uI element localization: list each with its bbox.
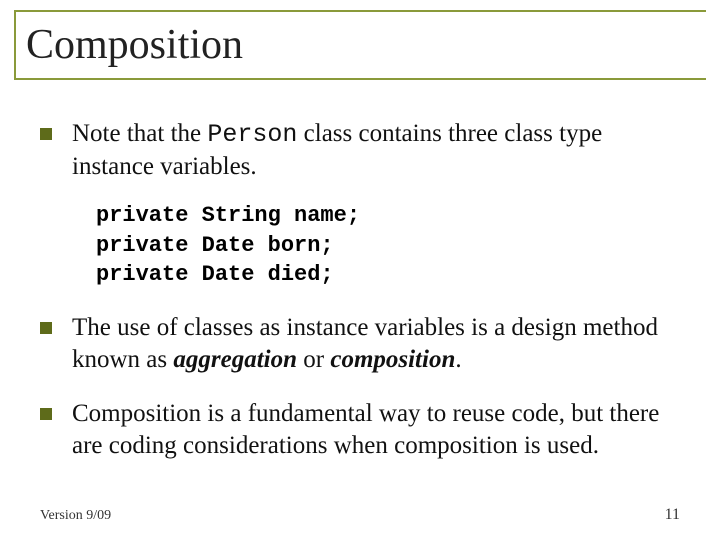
- emphasis-term: aggregation: [173, 346, 297, 373]
- code-line: private Date born;: [96, 233, 334, 258]
- bullet-text: Composition is a fundamental way to reus…: [72, 398, 680, 462]
- code-inline: Person: [207, 120, 297, 149]
- square-bullet-icon: [40, 408, 52, 420]
- bullet-item: Note that the Person class contains thre…: [40, 118, 680, 183]
- footer-version: Version 9/09: [40, 508, 111, 524]
- content-area: Note that the Person class contains thre…: [40, 118, 680, 480]
- text-run: Note that the: [72, 120, 207, 147]
- code-line: private Date died;: [96, 262, 334, 287]
- text-run: Composition is a fundamental way to reus…: [72, 400, 659, 459]
- title-frame: Composition: [14, 10, 706, 80]
- slide-title: Composition: [26, 24, 243, 66]
- code-block: private String name; private Date born; …: [96, 201, 680, 290]
- bullet-text: Note that the Person class contains thre…: [72, 118, 680, 183]
- square-bullet-icon: [40, 322, 52, 334]
- code-line: private String name;: [96, 203, 360, 228]
- slide: Composition Note that the Person class c…: [0, 0, 720, 540]
- footer-page-number: 11: [665, 506, 680, 524]
- emphasis-term: composition: [330, 346, 455, 373]
- text-run: .: [455, 346, 461, 373]
- bullet-item: The use of classes as instance variables…: [40, 312, 680, 376]
- text-run: or: [297, 346, 330, 373]
- bullet-item: Composition is a fundamental way to reus…: [40, 398, 680, 462]
- square-bullet-icon: [40, 128, 52, 140]
- bullet-text: The use of classes as instance variables…: [72, 312, 680, 376]
